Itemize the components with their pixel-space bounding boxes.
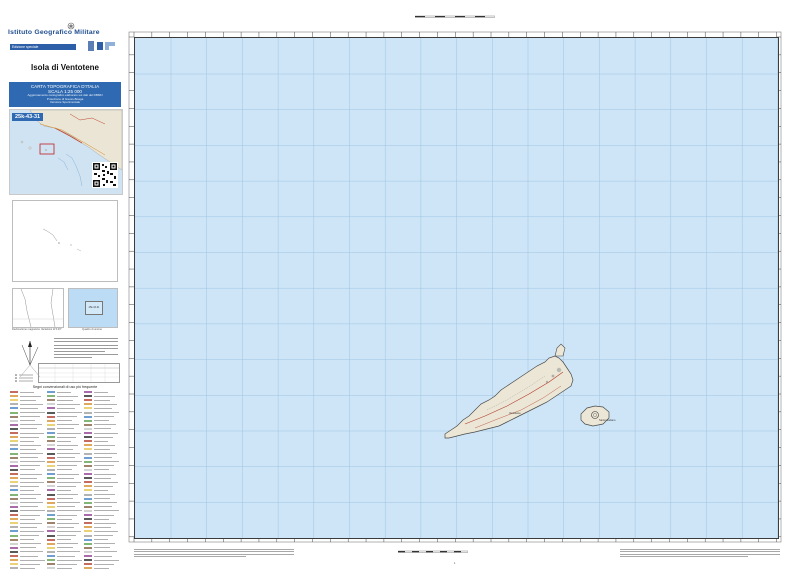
index-panel: 25k-43-31 (68, 288, 118, 328)
legend-title: Segni convenzionali di uso più frequente (32, 385, 98, 389)
bottom-scale-bar (398, 550, 468, 553)
declination-panel (12, 288, 64, 328)
overview-panel (12, 200, 118, 282)
bottom-notes-right (620, 548, 780, 562)
map-canvas: Ventotene Santo Stefano (135, 38, 778, 538)
map-area: Ventotene Santo Stefano (134, 37, 779, 539)
page-number: 1 (454, 562, 456, 565)
organization-name: Istituto Geografico Militare (8, 29, 100, 36)
header-logo-area: Istituto Geografico Militare Edizione sp… (8, 22, 122, 56)
label-ventotene: Ventotene (509, 411, 521, 415)
series-info-box: CARTA TOPOGRAFICA D'ITALIA SCALA 1:25 00… (9, 82, 121, 107)
declination-notes (54, 336, 118, 361)
map-frame: Ventotene Santo Stefano (125, 15, 785, 546)
index-caption: Quadro di unione (82, 328, 102, 331)
bottom-notes-left (134, 548, 294, 562)
label-santo-stefano: Santo Stefano (599, 418, 616, 422)
legend (10, 391, 122, 573)
overview-panel-graphic (42, 228, 82, 252)
location-map: 25k-43-31 (9, 109, 123, 195)
index-panel-sheet: 25k-43-31 (85, 301, 103, 315)
map-title: Isola di Ventotene (30, 63, 99, 72)
organization-subtitle: Edizione speciale (10, 44, 76, 50)
sheet-number-badge: 25k-43-31 (12, 113, 44, 121)
igm-150-logo-icon (88, 40, 118, 52)
declination-caption: Declinazione magnetica: Variazioni di 5.… (12, 328, 62, 331)
declination-panel-graphic (13, 288, 63, 328)
sidebar: Istituto Geografico Militare Edizione sp… (8, 22, 123, 574)
top-scale-bar (415, 15, 495, 18)
qr-code-icon (92, 162, 118, 188)
series-note-3: Versione Sperimentale (49, 100, 81, 105)
grid-reference-table (38, 363, 120, 383)
